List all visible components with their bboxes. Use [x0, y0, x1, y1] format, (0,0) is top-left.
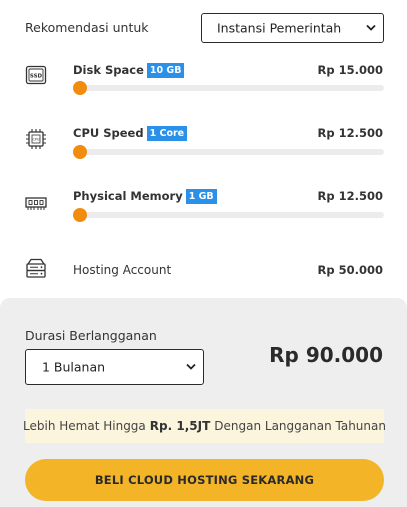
memory-icon — [25, 197, 47, 210]
total-price: Rp 90.000 — [269, 343, 383, 367]
disk-space-badge: 10 GB — [146, 63, 185, 78]
svg-text:SSD: SSD — [30, 74, 43, 80]
cpu-speed-price: Rp 12.500 — [317, 126, 383, 140]
recommendation-selected-value: Instansi Pemerintah — [217, 20, 342, 36]
ssd-icon: SSD — [25, 65, 47, 85]
physical-memory-slider-thumb[interactable] — [73, 208, 87, 222]
subscription-duration-label: Durasi Berlangganan — [25, 328, 157, 343]
physical-memory-label: Physical Memory — [73, 189, 183, 203]
disk-space-price: Rp 15.000 — [317, 63, 383, 77]
physical-memory-price: Rp 12.500 — [317, 189, 383, 203]
buy-cloud-hosting-button[interactable]: BELI CLOUD HOSTING SEKARANG — [25, 459, 384, 501]
disk-space-slider-thumb[interactable] — [73, 81, 87, 95]
promo-amount: Rp. 1,5JT — [149, 419, 211, 433]
subscription-duration-select[interactable]: 1 Bulanan — [25, 349, 204, 385]
recommendation-label: Rekomendasi untuk — [25, 20, 149, 35]
cpu-speed-title: CPU Speed 1 Core — [73, 126, 188, 141]
svg-text:CPU: CPU — [33, 138, 40, 142]
cpu-speed-slider-thumb[interactable] — [73, 145, 87, 159]
disk-space-label: Disk Space — [73, 63, 144, 77]
cpu-icon: CPU — [26, 129, 46, 149]
subscription-duration-selected-value: 1 Bulanan — [42, 359, 106, 375]
promo-banner: Lebih Hemat Hingga Rp. 1,5JT Dengan Lang… — [23, 409, 386, 443]
hosting-account-price: Rp 50.000 — [317, 263, 383, 277]
chevron-down-icon — [366, 24, 376, 31]
disk-space-slider[interactable] — [73, 81, 384, 95]
physical-memory-slider[interactable] — [73, 208, 384, 222]
disk-space-title: Disk Space 10 GB — [73, 63, 185, 78]
physical-memory-title: Physical Memory 1 GB — [73, 189, 217, 204]
cpu-speed-slider[interactable] — [73, 145, 384, 159]
recommendation-select[interactable]: Instansi Pemerintah — [201, 13, 384, 43]
hosting-account-label: Hosting Account — [73, 263, 172, 277]
cpu-speed-label: CPU Speed — [73, 126, 144, 140]
promo-suffix: Dengan Langganan Tahunan — [214, 419, 386, 433]
chevron-down-icon — [186, 363, 196, 370]
cpu-speed-badge: 1 Core — [146, 126, 188, 141]
promo-prefix: Lebih Hemat Hingga — [23, 419, 146, 433]
physical-memory-badge: 1 GB — [185, 189, 217, 204]
server-icon — [26, 258, 46, 278]
